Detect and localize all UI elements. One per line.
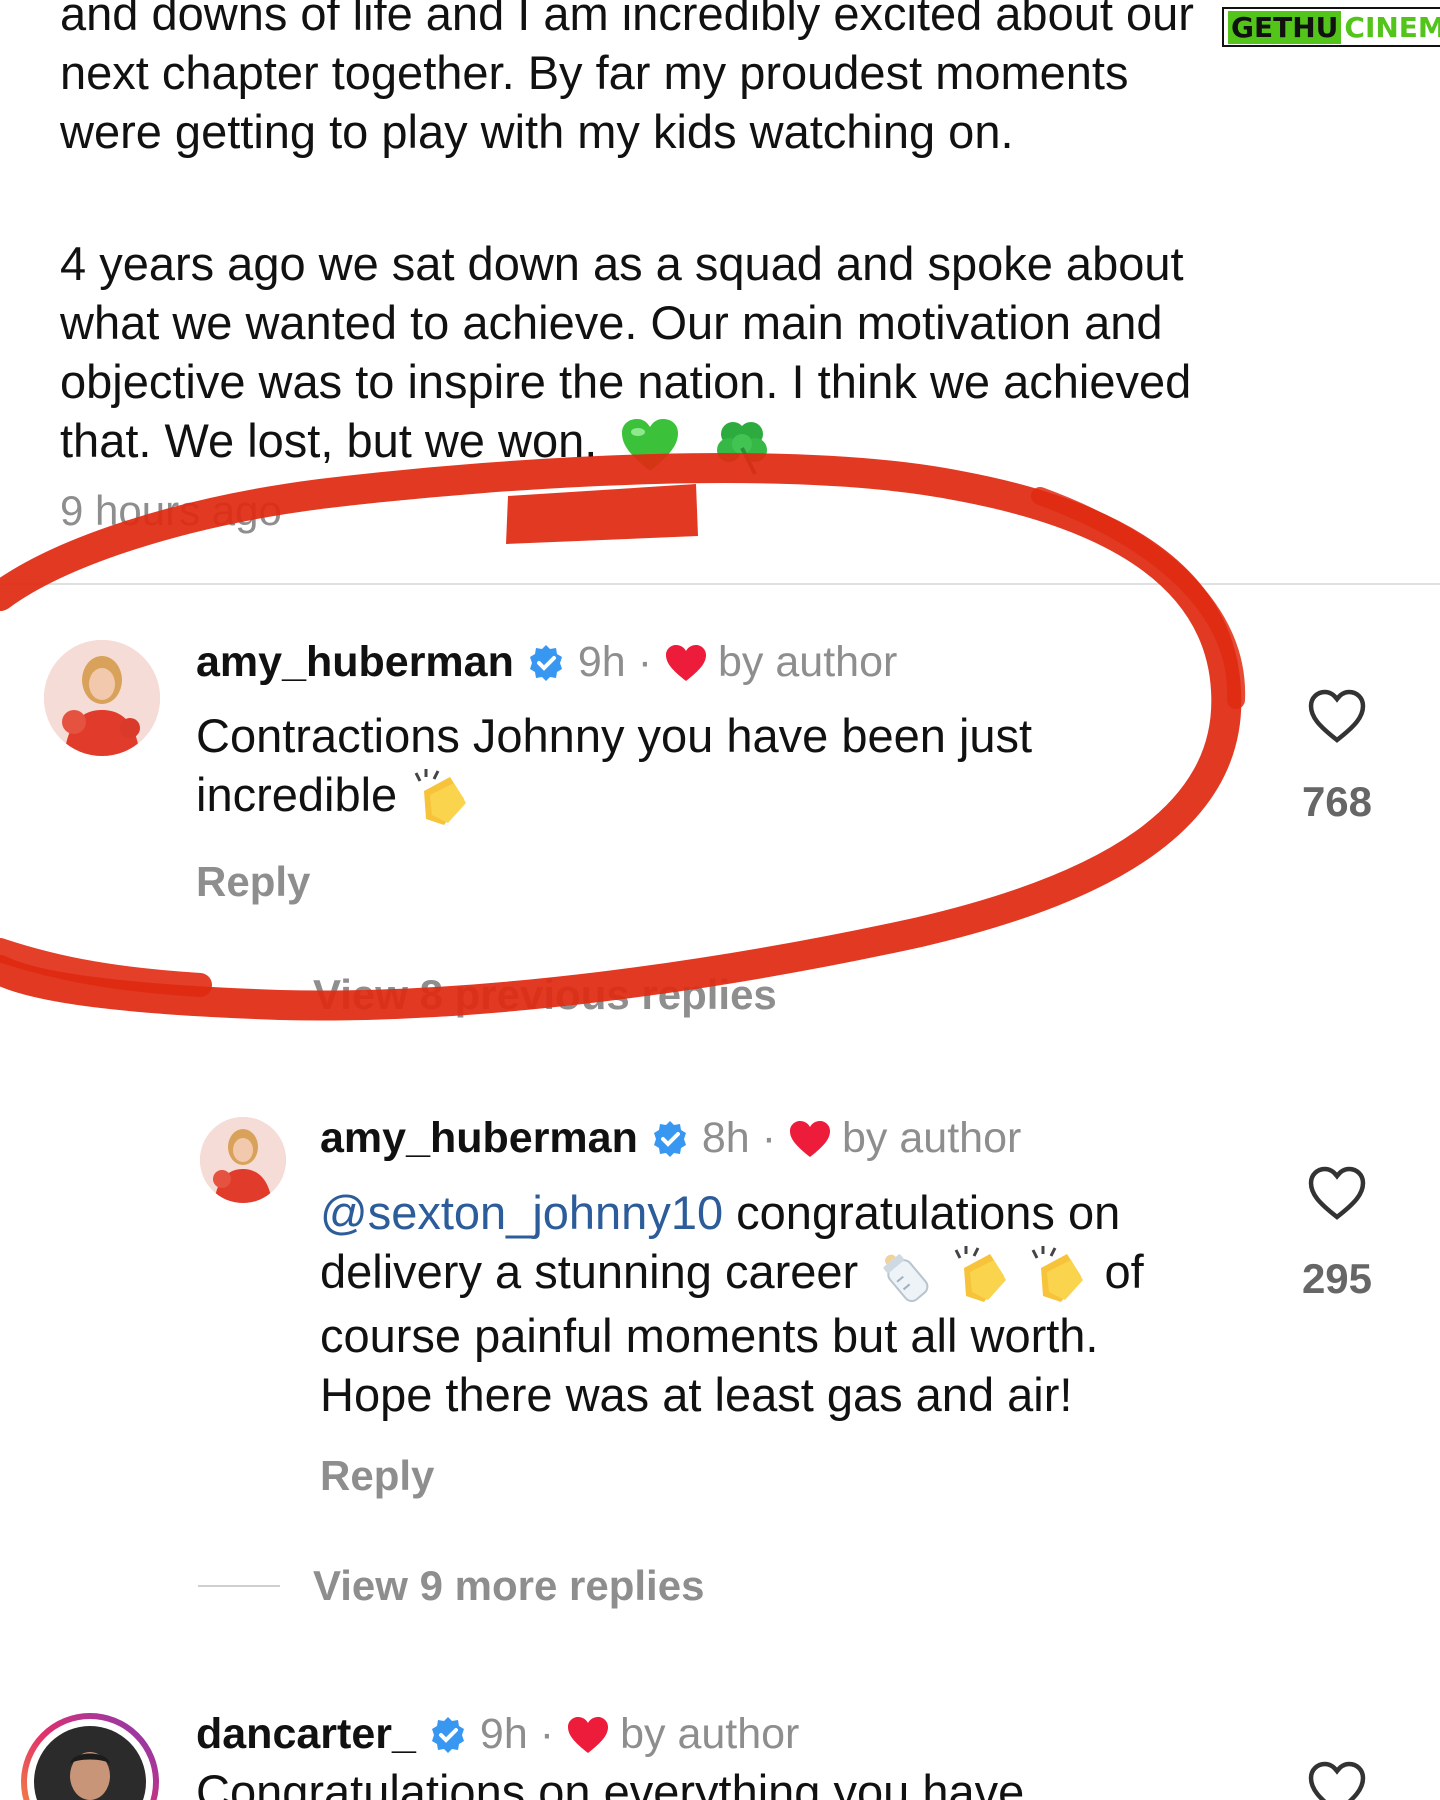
- caption-text: that. We lost, but we won.: [60, 414, 598, 467]
- comment-line: course painful moments but all worth.: [320, 1308, 1099, 1362]
- separator-dot: ·: [637, 638, 653, 686]
- red-heart-icon: [790, 1120, 831, 1157]
- avatar[interactable]: [44, 640, 160, 756]
- view-previous-replies[interactable]: View 8 previous replies: [313, 971, 777, 1019]
- avatar-image: [21, 1713, 159, 1800]
- caption-line-last: that. We lost, but we won.: [60, 411, 1360, 476]
- caption-line: next chapter together. By far my proudes…: [60, 46, 1129, 99]
- separator-dot: ·: [761, 1114, 777, 1162]
- replies-divider-line: [198, 1585, 280, 1587]
- comment-meta: amy_huberman 9h · by author: [196, 638, 897, 687]
- username[interactable]: amy_huberman: [196, 638, 514, 687]
- reply-button[interactable]: Reply: [196, 858, 310, 906]
- comment-line-text: incredible: [196, 768, 398, 821]
- avatar-image: [200, 1117, 286, 1203]
- watermark-text: GETHU: [1228, 10, 1342, 44]
- caption-line: were getting to play with my kids watchi…: [60, 105, 1014, 158]
- comment-line-text: congratulations on: [723, 1186, 1121, 1239]
- red-heart-icon: [666, 644, 707, 681]
- watermark-logo: GETHU CINEMA: [1222, 0, 1440, 54]
- liked-by-author-label: by author: [718, 638, 898, 686]
- comment-line-text: delivery a stunning career: [320, 1245, 859, 1298]
- avatar[interactable]: [200, 1117, 286, 1203]
- post-caption: and downs of life and I am incredibly ex…: [60, 0, 1360, 476]
- like-count: 295: [1301, 1255, 1373, 1302]
- caption-line: what we wanted to achieve. Our main moti…: [60, 296, 1163, 349]
- comment-line: Congratulations on everything you have: [196, 1765, 1025, 1800]
- comment-line-text: of: [1104, 1245, 1144, 1298]
- like-count: 768: [1301, 778, 1373, 825]
- caption-line: and downs of life and I am incredibly ex…: [60, 0, 1194, 40]
- baby-bottle-icon: [883, 1254, 929, 1302]
- comment-line: incredible: [196, 765, 1196, 829]
- comment-text: @sexton_johnny10 congratulations on deli…: [320, 1183, 1280, 1424]
- shamrock-icon: [717, 421, 768, 475]
- clapping-hands-icon: [954, 1245, 1007, 1302]
- verified-badge-icon: [529, 644, 562, 681]
- avatar-image: [44, 640, 160, 756]
- green-heart-icon: [622, 418, 679, 471]
- comment-time: 8h: [701, 1114, 750, 1162]
- post-timestamp: 9 hours ago: [60, 487, 282, 534]
- comment-line: delivery a stunning career of: [320, 1242, 1280, 1306]
- caption-line: 4 years ago we sat down as a squad and s…: [60, 237, 1184, 290]
- verified-badge-icon: [653, 1120, 686, 1157]
- avatar[interactable]: [20, 1712, 160, 1800]
- divider: [0, 583, 1440, 585]
- comment-text: Congratulations on everything you have: [196, 1762, 1196, 1800]
- verified-badge-icon: [431, 1716, 464, 1753]
- comment-line: Hope there was at least gas and air!: [320, 1367, 1073, 1421]
- comment-meta: amy_huberman 8h · by author: [320, 1114, 1021, 1163]
- comment-line: Contractions Johnny you have been just: [196, 709, 1033, 762]
- heart-outline-icon[interactable]: [1307, 1760, 1367, 1800]
- red-heart-icon: [568, 1716, 609, 1753]
- separator-dot: ·: [539, 1710, 555, 1758]
- username[interactable]: amy_huberman: [320, 1114, 638, 1163]
- comment-time: 9h: [577, 638, 626, 686]
- watermark-text: CINEMA: [1344, 10, 1440, 44]
- liked-by-author-label: by author: [620, 1710, 800, 1758]
- comment-time: 9h: [479, 1710, 528, 1758]
- comment-text: Contractions Johnny you have been just i…: [196, 706, 1196, 829]
- view-more-replies[interactable]: View 9 more replies: [313, 1562, 704, 1610]
- username[interactable]: dancarter_: [196, 1710, 416, 1759]
- mention-link[interactable]: @sexton_johnny10: [320, 1186, 723, 1239]
- liked-by-author-label: by author: [842, 1114, 1022, 1162]
- clapping-hands-icon: [414, 768, 467, 825]
- comment-line: @sexton_johnny10 congratulations on: [320, 1183, 1280, 1242]
- reply-button[interactable]: Reply: [320, 1452, 434, 1500]
- heart-outline-icon[interactable]: [1307, 688, 1367, 744]
- clapping-hands-icon: [1032, 1245, 1084, 1302]
- heart-outline-icon[interactable]: [1307, 1165, 1367, 1221]
- comment-meta: dancarter_ 9h · by author: [196, 1710, 799, 1759]
- caption-line: objective was to inspire the nation. I t…: [60, 355, 1192, 408]
